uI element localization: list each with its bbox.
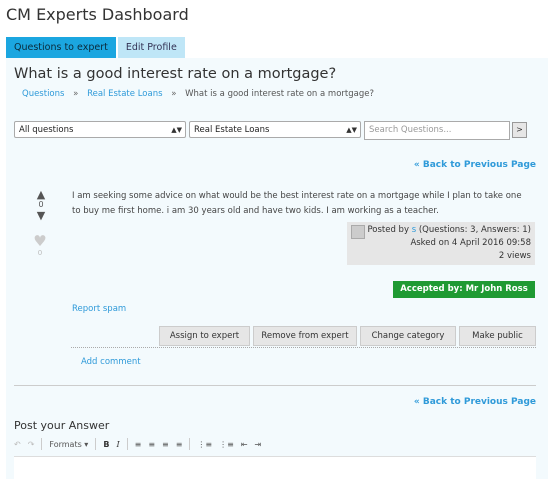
post-answer-title: Post your Answer	[14, 419, 110, 432]
author-line: Posted by s (Questions: 3, Answers: 1)	[367, 225, 531, 235]
vote-up-icon[interactable]: ▲	[34, 189, 48, 200]
comment-divider	[71, 347, 536, 348]
toolbar-divider	[41, 438, 43, 450]
search-input[interactable]: Search Questions...	[364, 121, 510, 140]
breadcrumb-separator: »	[73, 89, 79, 99]
toolbar-divider	[189, 438, 191, 450]
posted-by-label: Posted by	[367, 225, 409, 235]
vote-widget: ▲ 0 ▼	[34, 189, 48, 221]
assign-to-expert-button[interactable]: Assign to expert	[159, 326, 250, 346]
outdent-icon[interactable]: ⇤	[241, 440, 248, 449]
author-name-link[interactable]: s	[412, 225, 416, 235]
italic-icon[interactable]: I	[116, 440, 119, 449]
vote-down-icon[interactable]: ▼	[34, 210, 48, 221]
avatar	[351, 225, 365, 239]
favorite-count: 0	[37, 249, 43, 257]
heart-icon[interactable]: ♥	[32, 234, 48, 249]
back-to-previous-link-bottom[interactable]: « Back to Previous Page	[414, 397, 536, 407]
author-stats: (Questions: 3, Answers: 1)	[418, 225, 531, 235]
subcategory-select[interactable]: Real Estate Loans ▲▼	[189, 121, 361, 138]
section-divider	[14, 385, 536, 386]
view-count: 2 views	[498, 251, 531, 261]
favorite-widget: ♥ 0	[32, 234, 48, 258]
toolbar-divider	[126, 438, 128, 450]
search-button[interactable]: >	[512, 122, 527, 138]
align-right-icon[interactable]: ≡	[162, 440, 169, 449]
indent-icon[interactable]: ⇥	[255, 440, 262, 449]
category-select-value: All questions	[19, 125, 74, 135]
author-box: Posted by s (Questions: 3, Answers: 1) A…	[347, 222, 535, 265]
change-category-button[interactable]: Change category	[360, 326, 456, 346]
tab-bar: Questions to expert Edit Profile	[6, 37, 185, 58]
make-public-button[interactable]: Make public	[459, 326, 536, 346]
breadcrumb-questions[interactable]: Questions	[22, 89, 64, 99]
editor-toolbar: ↶ ↷ Formats ▾ B I ≡ ≡ ≡ ≡ ⋮≡ ⋮≡ ⇤ ⇥	[14, 434, 536, 454]
category-select[interactable]: All questions ▲▼	[14, 121, 186, 138]
undo-icon[interactable]: ↶	[14, 440, 21, 449]
remove-from-expert-button[interactable]: Remove from expert	[253, 326, 357, 346]
main-panel: What is a good interest rate on a mortga…	[6, 58, 548, 480]
report-spam-link[interactable]: Report spam	[72, 304, 126, 314]
select-arrows-icon: ▲▼	[171, 126, 182, 134]
select-arrows-icon: ▲▼	[346, 126, 357, 134]
redo-icon[interactable]: ↷	[28, 440, 35, 449]
question-body: I am seeking some advice on what would b…	[72, 191, 522, 216]
formats-label: Formats	[49, 439, 82, 449]
formats-dropdown[interactable]: Formats ▾	[49, 440, 88, 449]
breadcrumb-category[interactable]: Real Estate Loans	[87, 89, 162, 99]
back-to-previous-link-top[interactable]: « Back to Previous Page	[414, 160, 536, 170]
question-title: What is a good interest rate on a mortga…	[14, 66, 337, 82]
align-justify-icon[interactable]: ≡	[176, 440, 183, 449]
tab-questions-to-expert[interactable]: Questions to expert	[6, 37, 116, 58]
breadcrumb: Questions » Real Estate Loans » What is …	[22, 89, 374, 99]
app-title: CM Experts Dashboard	[6, 5, 189, 24]
bold-icon[interactable]: B	[103, 440, 109, 449]
numbered-list-icon[interactable]: ⋮≡	[219, 440, 234, 449]
align-center-icon[interactable]: ≡	[148, 440, 155, 449]
align-left-icon[interactable]: ≡	[135, 440, 142, 449]
answer-editor[interactable]	[14, 456, 536, 480]
breadcrumb-separator: »	[171, 89, 177, 99]
subcategory-select-value: Real Estate Loans	[194, 125, 270, 135]
breadcrumb-current: What is a good interest rate on a mortga…	[185, 89, 374, 99]
add-comment-link[interactable]: Add comment	[81, 357, 141, 367]
tab-edit-profile[interactable]: Edit Profile	[117, 37, 185, 58]
bullet-list-icon[interactable]: ⋮≡	[197, 440, 212, 449]
asked-on: Asked on 4 April 2016 09:58	[410, 238, 531, 248]
accepted-badge: Accepted by: Mr John Ross	[393, 281, 535, 298]
toolbar-divider	[95, 438, 97, 450]
